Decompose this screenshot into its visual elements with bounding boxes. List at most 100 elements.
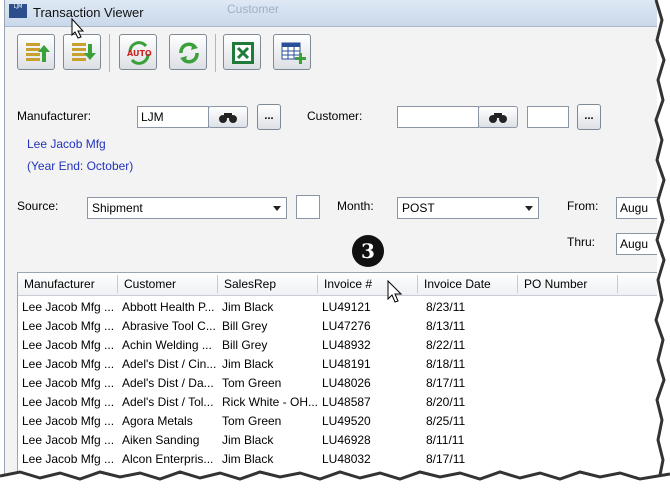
cell-manufacturer: Lee Jacob Mfg ... (22, 414, 115, 428)
column-divider[interactable] (317, 275, 318, 293)
cell-salesrep: Jim Black (222, 357, 274, 371)
table-row[interactable]: Lee Jacob Mfg ... Adel's Dist / Da... Tom … (18, 373, 657, 392)
auto-refresh-button[interactable]: AUTO (119, 34, 157, 70)
add-grid-icon (281, 42, 306, 64)
cell-customer: Agora Metals (122, 414, 193, 428)
manufacturer-lookup-button[interactable] (208, 106, 248, 128)
customer-more-button[interactable]: ... (577, 104, 601, 130)
cell-invoice-date: 8/13/11 (426, 319, 466, 333)
torn-edge-right (654, 0, 670, 490)
cell-manufacturer: Lee Jacob Mfg ... (22, 338, 115, 352)
cell-invoice-number: LU49520 (322, 414, 371, 428)
table-row[interactable]: Lee Jacob Mfg ... Adel's Dist / Tol... Ric… (18, 392, 657, 411)
cell-manufacturer: Lee Jacob Mfg ... (22, 395, 115, 409)
window-title: Transaction Viewer (33, 5, 144, 20)
column-header-po-number[interactable]: PO Number (524, 277, 587, 291)
table-row[interactable]: Lee Jacob Mfg ... Agora Metals Tom Green LU… (18, 411, 657, 430)
cell-customer: Aiken Sanding (122, 433, 200, 447)
auto-label: AUTO (127, 49, 152, 58)
column-divider[interactable] (617, 275, 618, 293)
customer-label: Customer: (307, 109, 363, 123)
month-select[interactable]: POST (397, 197, 539, 219)
table-row[interactable]: Lee Jacob Mfg ... Abrasive Tool C... Bill … (18, 316, 657, 335)
cell-salesrep: Jim Black (222, 433, 274, 447)
table-row[interactable]: Lee Jacob Mfg ... Aiken Sanding Jim Black L… (18, 430, 657, 449)
add-grid-button[interactable] (273, 34, 311, 70)
cell-invoice-date: 8/22/11 (426, 338, 466, 352)
column-divider[interactable] (517, 275, 518, 293)
cell-customer: Alcon Enterpris... (122, 452, 214, 466)
cell-salesrep: Jim Black (222, 452, 274, 466)
cell-salesrep: Bill Grey (222, 338, 268, 352)
column-header-invoice-date[interactable]: Invoice Date (424, 277, 491, 291)
cell-invoice-date: 8/17/11 (426, 452, 466, 466)
cell-customer: Achin Welding ... (122, 338, 212, 352)
cell-salesrep: Rick White - OH... (222, 395, 319, 409)
column-header-invoice-number[interactable]: Invoice # (324, 277, 372, 291)
table-row[interactable]: Lee Jacob Mfg ... Adel's Dist / Cin... Jim… (18, 354, 657, 373)
thru-label: Thru: (567, 235, 596, 249)
table-row[interactable]: Lee Jacob Mfg ... Abbott Health P... Jim B… (18, 297, 657, 316)
table-row[interactable]: Lee Jacob Mfg ... Alcon Enterpris... Jim B… (18, 449, 657, 468)
cell-salesrep: Bill Grey (222, 319, 268, 333)
toolbar-separator (215, 34, 216, 72)
cell-invoice-date: 8/17/11 (426, 376, 466, 390)
manufacturer-name-link[interactable]: Lee Jacob Mfg (27, 137, 106, 151)
column-divider[interactable] (117, 275, 118, 293)
source-label: Source: (17, 199, 59, 213)
cell-manufacturer: Lee Jacob Mfg ... (22, 319, 115, 333)
refresh-icon (179, 42, 199, 64)
cell-customer: Adel's Dist / Cin... (122, 357, 217, 371)
mouse-cursor-icon (71, 18, 85, 39)
cell-invoice-number: LU48026 (322, 376, 371, 390)
cell-invoice-number: LU49121 (322, 300, 371, 314)
cell-manufacturer: Lee Jacob Mfg ... (22, 300, 115, 314)
manufacturer-input[interactable]: LJM (137, 106, 209, 128)
customer-input[interactable] (397, 106, 479, 128)
cell-manufacturer: Lee Jacob Mfg ... (22, 433, 115, 447)
cell-manufacturer: Lee Jacob Mfg ... (22, 376, 115, 390)
cell-invoice-number: LU48587 (322, 395, 371, 409)
customer-code-input[interactable] (527, 106, 569, 128)
from-label: From: (567, 199, 599, 213)
manufacturer-label: Manufacturer: (17, 109, 92, 123)
transaction-viewer-window: LJM Transaction Viewer Customer AUTO Man… (4, 0, 657, 478)
cell-invoice-date: 8/25/11 (426, 414, 466, 428)
month-label: Month: (337, 199, 374, 213)
source-extra-box[interactable] (296, 195, 320, 219)
background-window-text: Customer (227, 2, 280, 16)
column-divider[interactable] (417, 275, 418, 293)
excel-icon (232, 42, 254, 64)
chevron-down-icon (273, 206, 281, 211)
refresh-button[interactable] (169, 34, 207, 70)
cell-salesrep: Jim Black (222, 300, 274, 314)
binoculars-icon (489, 113, 507, 123)
chevron-down-icon (525, 206, 533, 211)
cell-invoice-number: LU46928 (322, 433, 371, 447)
cell-manufacturer: Lee Jacob Mfg ... (22, 452, 115, 466)
column-divider[interactable] (217, 275, 218, 293)
cell-invoice-number: LU47276 (322, 319, 371, 333)
excel-export-button[interactable] (223, 34, 261, 70)
column-header-customer[interactable]: Customer (124, 277, 176, 291)
transactions-grid[interactable]: Manufacturer Customer SalesRep Invoice #… (17, 272, 657, 478)
source-select[interactable]: Shipment (87, 197, 287, 219)
mouse-cursor-icon (387, 280, 403, 303)
cell-customer: Adel's Dist / Da... (122, 376, 214, 390)
cell-salesrep: Tom Green (222, 376, 282, 390)
column-header-salesrep[interactable]: SalesRep (224, 277, 276, 291)
cell-invoice-date: 8/23/11 (426, 300, 466, 314)
cell-salesrep: Tom Green (222, 414, 282, 428)
customer-lookup-button[interactable] (478, 106, 518, 128)
table-row[interactable]: Lee Jacob Mfg ... Achin Welding ... Bill G… (18, 335, 657, 354)
month-select-value: POST (402, 201, 435, 215)
cell-customer: Abrasive Tool C... (122, 319, 216, 333)
column-header-manufacturer[interactable]: Manufacturer (24, 277, 95, 291)
title-bar[interactable]: LJM Transaction Viewer Customer (5, 0, 657, 27)
app-icon: LJM (9, 4, 27, 18)
grid-header: Manufacturer Customer SalesRep Invoice #… (18, 273, 657, 296)
cell-invoice-date: 8/20/11 (426, 395, 466, 409)
import-up-button[interactable] (17, 34, 55, 70)
manufacturer-more-button[interactable]: ... (257, 104, 281, 130)
year-end-text: (Year End: October) (27, 159, 134, 173)
